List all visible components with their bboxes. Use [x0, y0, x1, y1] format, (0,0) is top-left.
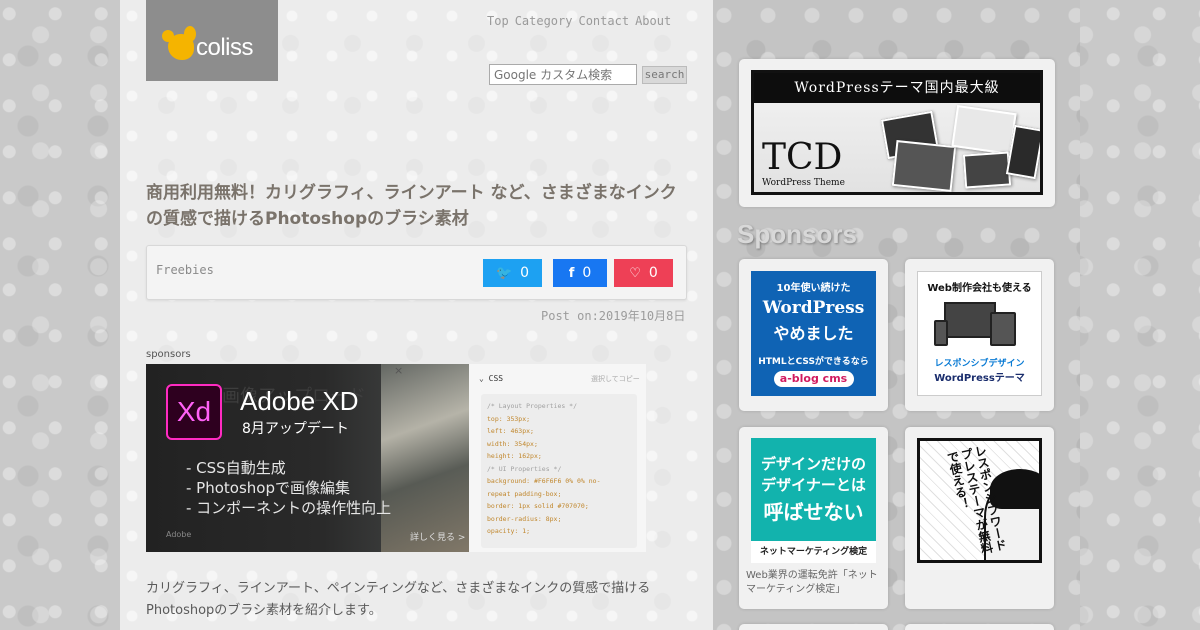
phone-icon [933, 320, 948, 346]
code-line: top: 353px; [487, 414, 531, 423]
article-title: 商用利用無料！カリグラフィ、ラインアート など、さまざまなインクの質感で描けるP… [146, 183, 677, 229]
adobe-xd-icon: Xd [166, 384, 222, 440]
twitter-icon: 🐦 [495, 265, 513, 281]
ad-css-panel: ⌄ CSS 選択してコピー /* Layout Properties */ to… [469, 364, 646, 552]
ad-subtitle: 8月アップデート [242, 421, 349, 437]
tcd-subtitle: WordPress Theme [762, 178, 845, 188]
free-theme-manga-ad[interactable]: レスポンシブワードプレステーマが無料で使える！ [917, 438, 1042, 563]
theme-screenshot [951, 105, 1017, 155]
pocket-share-button[interactable]: ♡ 0 [614, 259, 673, 287]
code-line: /* Layout Properties */ [487, 402, 578, 410]
sponsors-label: sponsors [146, 349, 191, 360]
adobe-xd-ad-banner[interactable]: 画像アップロード Xd Adobe XD 8月アップデート - CSS自動生成 … [146, 364, 646, 552]
category-link[interactable]: Freebies [156, 263, 214, 277]
ad-text: やめました [773, 324, 854, 343]
code-line: height: 162px; [487, 452, 542, 460]
twitter-count: 0 [520, 265, 530, 281]
code-line: opacity: 1; [487, 527, 531, 535]
ad-text: 10年使い続けた [776, 283, 851, 294]
css-code-block: /* Layout Properties */ top: 353px; left… [481, 394, 637, 548]
net-marketing-ad[interactable]: デザインだけの デザイナーとは 呼ばせない ネットマーケティング検定 [751, 438, 876, 563]
code-line: width: 354px; [487, 439, 538, 448]
tablet-icon [989, 312, 1016, 346]
facebook-count: 0 [582, 265, 592, 281]
code-line: border-radius: 8px; [487, 514, 562, 523]
ad-text: レスポンシブデザイン [934, 359, 1025, 369]
ad-feature-list: - CSS自動生成 - Photoshopで画像編集 - コンポーネントの操作性… [186, 458, 391, 518]
sponsors-heading: Sponsors [737, 219, 857, 249]
ad-footer: ネットマーケティング検定 [751, 541, 876, 563]
nav-item-about[interactable]: About [635, 14, 671, 28]
monitor-icon [943, 302, 996, 338]
ad-text: 呼ばせない [763, 500, 864, 524]
sponsor-card [739, 624, 888, 630]
ad-text: デザインだけの [760, 455, 866, 473]
logo-text: coliss [196, 34, 254, 61]
search-button[interactable]: search [642, 66, 687, 84]
ablogcms-logo: a-blog cms [773, 371, 854, 387]
code-line: /* UI Properties */ [487, 464, 562, 473]
ad-more-link[interactable]: 詳しく見る > [410, 530, 465, 543]
ad-text: WordPress [762, 298, 865, 318]
ad-caption[interactable]: Web業界の運転免許「ネットマーケティング検定」 [746, 569, 886, 597]
sponsor-card [905, 624, 1054, 630]
tcd-logo: TCD [762, 137, 843, 178]
ad-title: Adobe XD [240, 386, 359, 416]
ad-text: デザイナーとは [761, 476, 866, 494]
pocket-count: 0 [648, 265, 658, 281]
nav-item-contact[interactable]: Contact [578, 14, 629, 28]
top-nav: Top Category Contact About [487, 14, 671, 28]
nav-item-top[interactable]: Top [487, 14, 509, 28]
tcd-ad-banner[interactable]: WordPressテーマ国内最大級 TCD WordPress Theme [751, 70, 1043, 195]
facebook-icon: f [568, 265, 575, 281]
code-line: border: 1px solid #707070; [487, 502, 589, 510]
ablogcms-ad[interactable]: 10年使い続けた WordPress やめました HTMLとCSSができるなら … [751, 271, 876, 396]
css-panel-header: ⌄ CSS [479, 374, 504, 383]
twitter-share-button[interactable]: 🐦 0 [483, 259, 542, 287]
theme-screenshot [962, 151, 1012, 189]
ad-feature-item: - Photoshopで画像編集 [186, 479, 350, 497]
ad-feature-item: - CSS自動生成 [186, 459, 286, 477]
facebook-share-button[interactable]: f 0 [553, 259, 607, 287]
css-copy-label: 選択してコピー [591, 375, 640, 383]
post-date: Post on:2019年10月8日 [541, 309, 686, 323]
code-line: repeat padding-box; [487, 489, 562, 498]
squirrel-icon [162, 26, 196, 60]
close-icon[interactable]: × [394, 364, 403, 377]
article-intro: カリグラフィ、ラインアート、ペインティングなど、さまざまなインクの質感で描けるP… [146, 581, 651, 618]
nav-item-category[interactable]: Category [515, 14, 573, 28]
ad-text: HTMLとCSSができるなら [758, 357, 869, 367]
responsive-theme-ad[interactable]: Web制作会社も使える レスポンシブデザイン WordPressテーマ [917, 271, 1042, 396]
code-line: left: 463px; [487, 427, 534, 435]
code-line: background: #F6F6F6 0% 0% no- [487, 477, 601, 485]
ad-feature-item: - コンポーネントの操作性向上 [186, 499, 392, 517]
pocket-icon: ♡ [629, 265, 641, 281]
site-logo[interactable]: coliss [146, 0, 278, 81]
adobe-logo: Adobe [166, 530, 192, 539]
search-input[interactable] [489, 64, 637, 85]
theme-screenshot [891, 139, 957, 192]
tcd-headline: WordPressテーマ国内最大級 [754, 73, 1040, 103]
ad-text: WordPressテーマ [934, 373, 1025, 384]
ad-photo [381, 364, 469, 552]
ad-text: Web制作会社も使える [927, 283, 1032, 294]
devices-illustration [932, 302, 1028, 352]
